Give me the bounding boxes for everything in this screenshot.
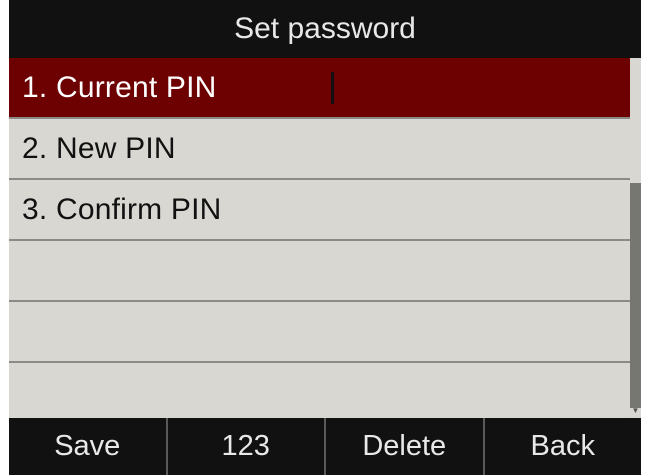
title-bar: Set password — [9, 0, 641, 58]
pin-field-list: 1. Current PIN 2. New PIN 3. Confirm PIN — [9, 58, 630, 424]
empty-row — [9, 241, 630, 302]
screen-title: Set password — [234, 12, 416, 45]
current-pin-input[interactable] — [331, 58, 334, 117]
save-softkey[interactable]: Save — [9, 418, 166, 475]
text-cursor — [331, 71, 334, 104]
delete-softkey[interactable]: Delete — [324, 418, 483, 475]
scrollbar[interactable]: ▼ — [630, 58, 641, 415]
current-pin-label: 1. Current PIN — [22, 70, 217, 104]
empty-row — [9, 363, 630, 424]
phone-screen: Set password 1. Current PIN 2. New PIN 3… — [9, 0, 641, 475]
confirm-pin-field[interactable]: 3. Confirm PIN — [9, 180, 630, 241]
back-softkey[interactable]: Back — [482, 418, 642, 475]
current-pin-field[interactable]: 1. Current PIN — [9, 58, 630, 119]
new-pin-field[interactable]: 2. New PIN — [9, 119, 630, 180]
confirm-pin-label: 3. Confirm PIN — [22, 192, 222, 226]
new-pin-label: 2. New PIN — [22, 131, 176, 165]
scrollbar-thumb[interactable] — [630, 183, 641, 408]
scroll-down-arrow-icon: ▼ — [631, 406, 640, 415]
empty-row — [9, 302, 630, 363]
softkey-bar: Save 123 Delete Back — [9, 418, 641, 475]
input-mode-softkey[interactable]: 123 — [165, 418, 325, 475]
